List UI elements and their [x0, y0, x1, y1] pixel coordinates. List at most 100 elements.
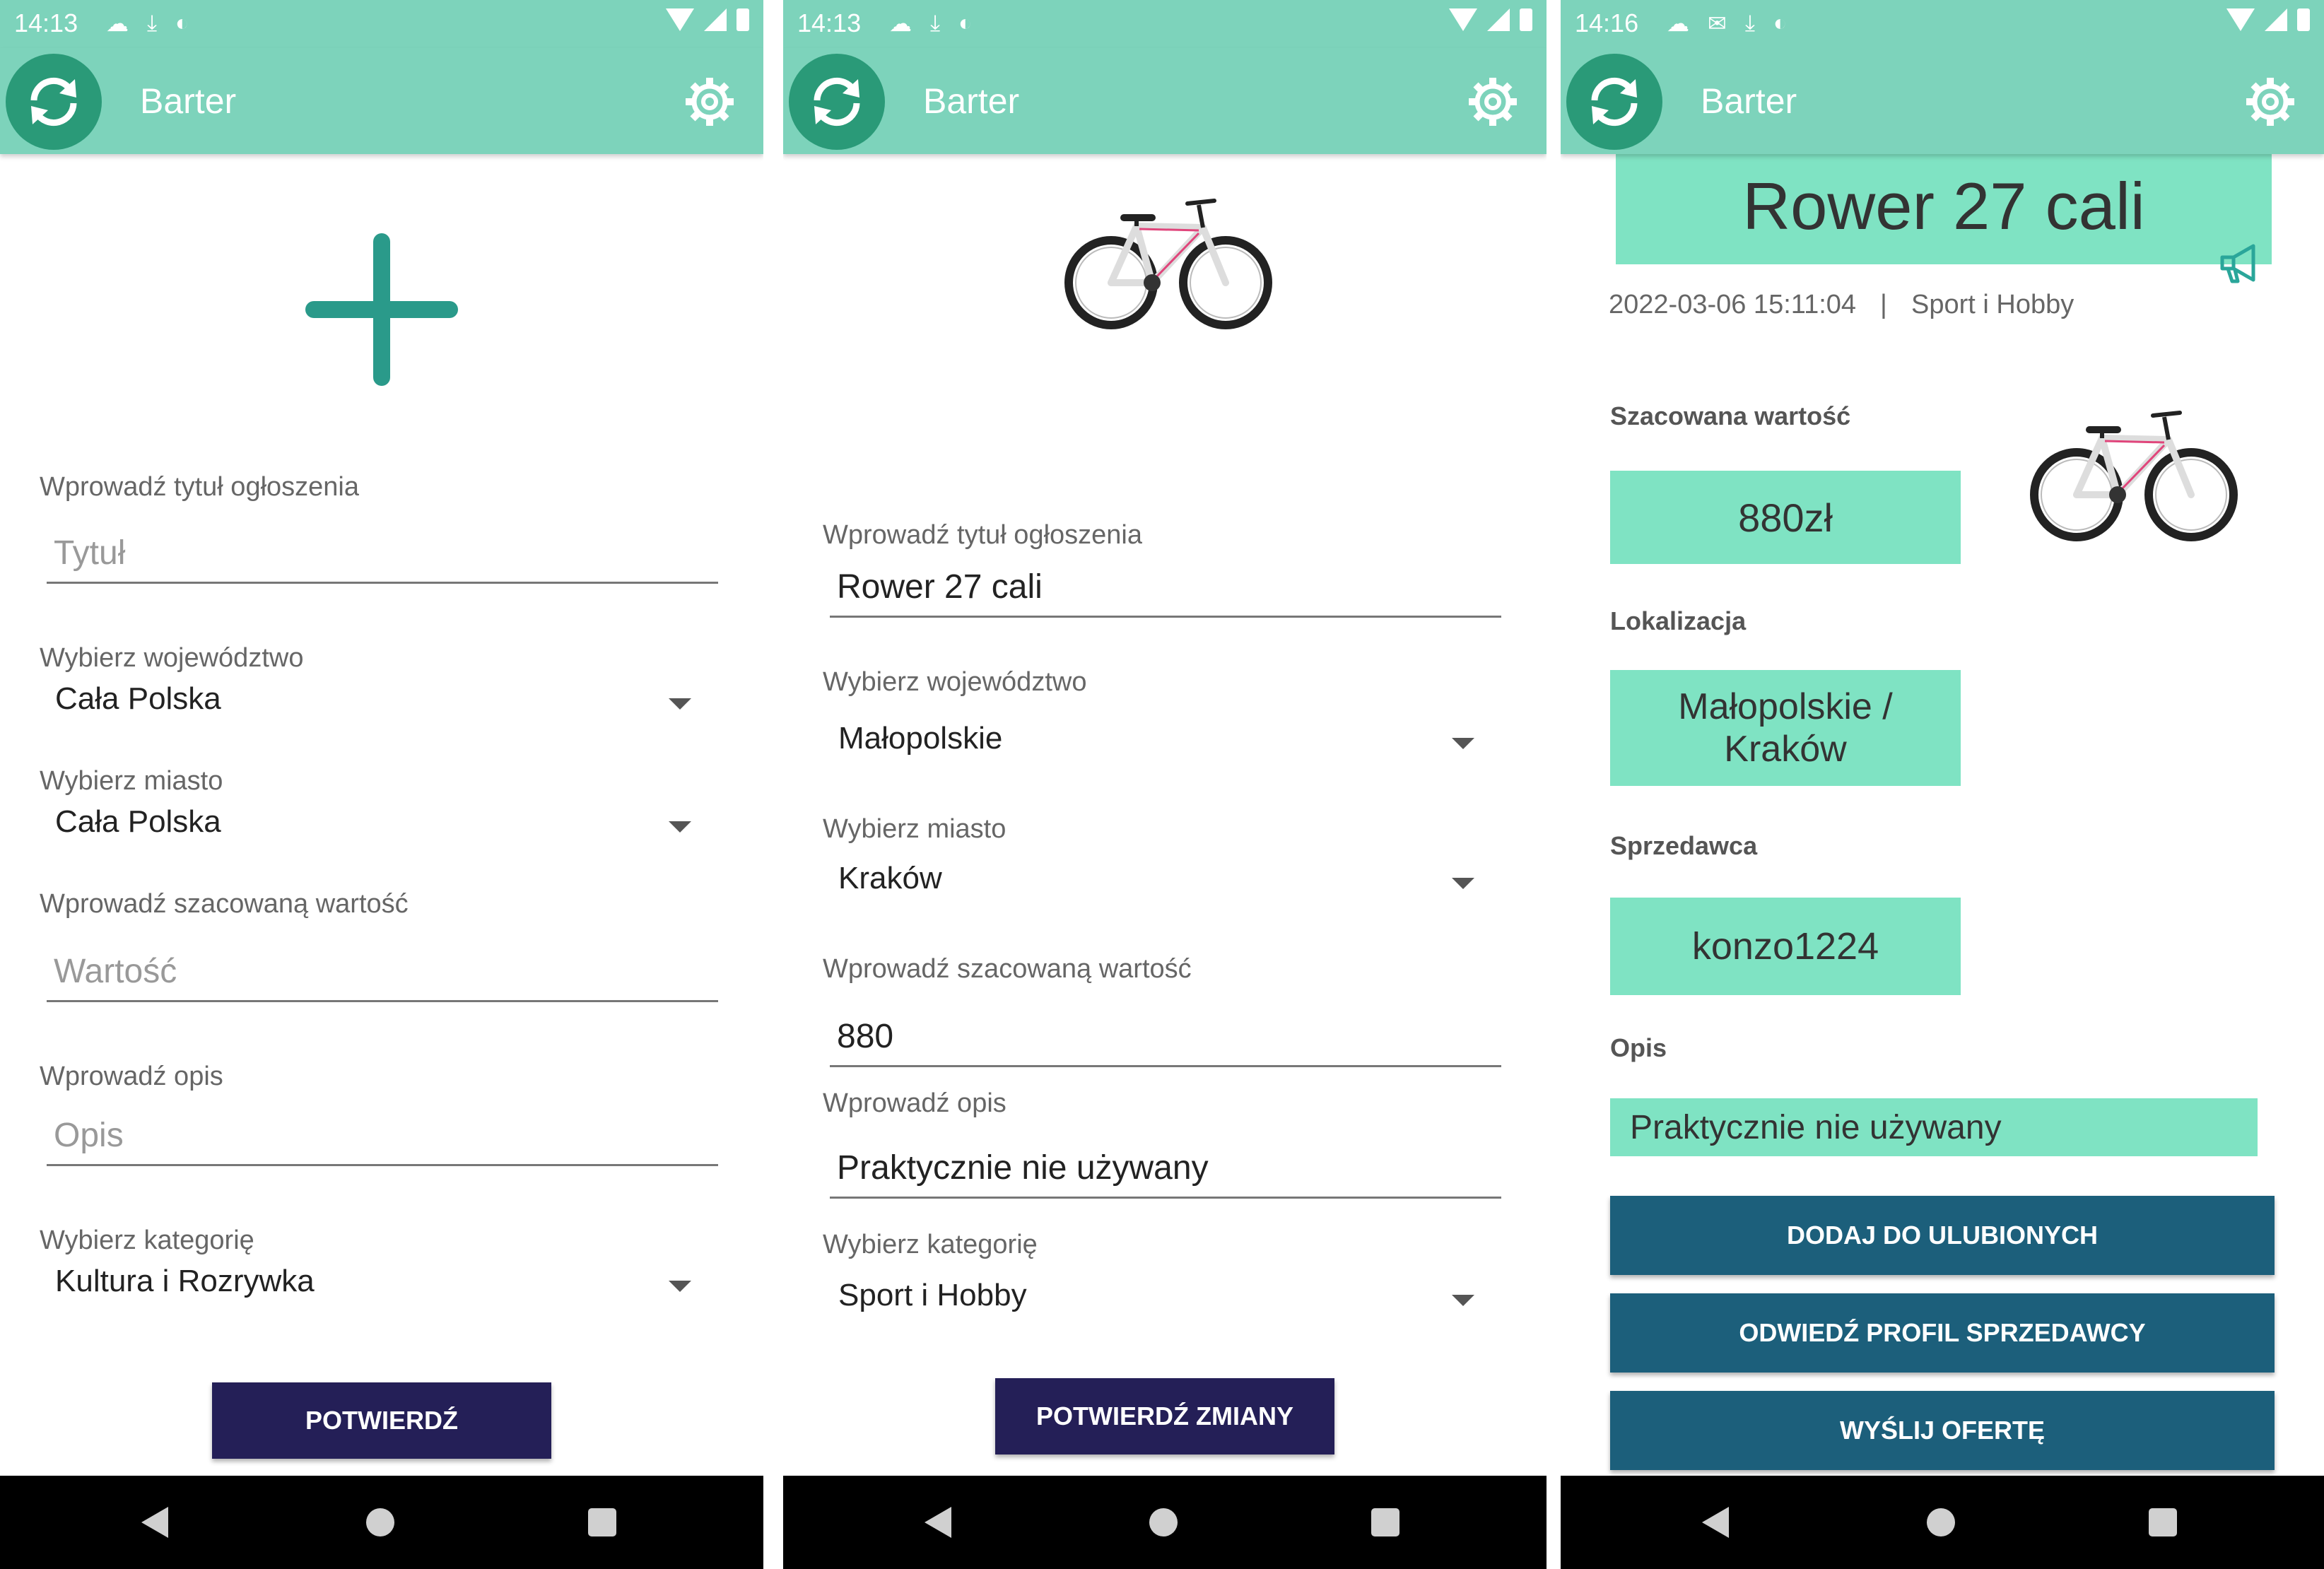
signal-icon [2265, 8, 2287, 31]
category-label: Wybierz kategorię [40, 1226, 254, 1255]
notification-icons: ☁ ⤓ ◐ [889, 10, 972, 37]
navigation-bar [783, 1476, 1547, 1569]
status-bar: 14:16 ☁ ✉ ⤓ ◐ [1561, 0, 2324, 48]
settings-gear-icon[interactable] [683, 75, 736, 129]
title-field-label: Wprowadź tytuł ogłoszenia [823, 520, 1142, 550]
pause-circle-icon: ◐ [175, 10, 189, 35]
navigation-bar [1561, 1476, 2324, 1569]
cloud-icon: ☁ [1667, 11, 1689, 36]
wifi-icon [666, 8, 694, 31]
confirm-changes-button[interactable]: POTWIERDŹ ZMIANY [995, 1378, 1334, 1455]
region-label: Wybierz województwo [823, 667, 1087, 697]
wifi-icon [1449, 8, 1477, 31]
seller-label: Sprzedawca [1610, 831, 1758, 860]
visit-seller-profile-button[interactable]: ODWIEDŹ PROFIL SPRZEDAWCY [1610, 1293, 2275, 1373]
listing-title: Rower 27 cali [1616, 148, 2272, 264]
battery-icon [2297, 8, 2310, 31]
download-done-icon: ⤓ [147, 10, 158, 35]
dropdown-arrow-icon [1452, 878, 1474, 889]
status-bar: 14:13 ☁ ⤓ ◐ [0, 0, 763, 48]
notification-icons: ☁ ⤓ ◐ [106, 10, 189, 37]
category-label: Wybierz kategorię [823, 1230, 1038, 1259]
recent-apps-icon[interactable] [588, 1508, 616, 1536]
description-input[interactable]: Opis [47, 1111, 718, 1166]
screen-listing-details: Barter 14:16 ☁ ✉ ⤓ ◐ Rower 27 cali 2022-… [1561, 0, 2324, 1569]
value-label: Szacowana wartość [1610, 401, 1851, 430]
title-input[interactable]: Rower 27 cali [830, 563, 1501, 618]
status-time: 14:13 [14, 8, 78, 37]
location-box: Małopolskie / Kraków [1610, 670, 1961, 786]
settings-gear-icon[interactable] [1466, 75, 1520, 129]
app-title: Barter [923, 81, 1020, 121]
description-input[interactable]: Praktycznie nie używany [830, 1144, 1501, 1199]
city-select-value: Kraków [838, 861, 942, 895]
add-to-favorites-button[interactable]: DODAJ DO ULUBIONYCH [1610, 1196, 2275, 1275]
description-label: Wprowadź opis [823, 1088, 1007, 1118]
status-bar: 14:13 ☁ ⤓ ◐ [783, 0, 1547, 48]
category-select-value: Kultura i Rozrywka [55, 1264, 315, 1298]
city-label: Wybierz miasto [40, 766, 223, 796]
back-icon[interactable] [925, 1507, 951, 1538]
screen-add-listing: 14:13 ☁ ⤓ ◐ Barter Wprowadź tytuł ogłosz… [0, 0, 763, 1569]
listing-photo-bicycle[interactable] [1053, 177, 1279, 360]
back-icon[interactable] [141, 1507, 168, 1538]
pause-circle-icon: ◐ [1773, 10, 1788, 35]
value-input[interactable]: 880 [830, 1012, 1501, 1067]
dropdown-arrow-icon [669, 698, 691, 710]
seller-box: konzo1224 [1610, 898, 1961, 995]
download-done-icon: ⤓ [1744, 10, 1755, 35]
settings-gear-icon[interactable] [2243, 75, 2297, 129]
battery-icon [1520, 8, 1532, 31]
dropdown-arrow-icon [669, 821, 691, 833]
city-select[interactable]: Kraków [838, 861, 1474, 910]
home-icon[interactable] [1927, 1508, 1955, 1536]
signal-icon [704, 8, 727, 31]
title-input[interactable]: Tytuł [47, 529, 718, 584]
listing-date: 2022-03-06 15:11:04 [1609, 290, 1857, 319]
dropdown-arrow-icon [669, 1281, 691, 1292]
meta-separator: | [1880, 290, 1887, 319]
value-box: 880zł [1610, 471, 1961, 564]
system-icons [2226, 8, 2310, 31]
system-icons [1449, 8, 1532, 31]
system-icons [666, 8, 749, 31]
title-field-label: Wprowadź tytuł ogłoszenia [40, 472, 359, 502]
back-icon[interactable] [1702, 1507, 1729, 1538]
report-megaphone-icon[interactable] [2218, 240, 2263, 286]
app-title: Barter [140, 81, 237, 121]
city-select-value: Cała Polska [55, 804, 221, 839]
listing-photo-bicycle[interactable] [2019, 389, 2245, 572]
description-box: Praktycznie nie używany [1610, 1098, 2258, 1156]
description-label: Wprowadź opis [40, 1062, 223, 1091]
value-input[interactable]: Wartość [47, 947, 718, 1002]
app-logo-sync-icon[interactable] [789, 54, 885, 150]
category-select[interactable]: Kultura i Rozrywka [55, 1264, 691, 1313]
category-select-value: Sport i Hobby [838, 1278, 1027, 1312]
region-select[interactable]: Małopolskie [838, 721, 1474, 770]
recent-apps-icon[interactable] [2149, 1508, 2177, 1536]
home-icon[interactable] [366, 1508, 394, 1536]
confirm-button[interactable]: POTWIERDŹ [212, 1382, 551, 1459]
dropdown-arrow-icon [1452, 738, 1474, 749]
signal-icon [1487, 8, 1510, 31]
status-time: 14:13 [797, 8, 862, 37]
status-time: 14:16 [1575, 8, 1639, 37]
download-done-icon: ⤓ [930, 10, 941, 35]
cloud-icon: ☁ [889, 11, 912, 36]
app-logo-sync-icon[interactable] [1566, 54, 1662, 150]
location-label: Lokalizacja [1610, 606, 1747, 635]
region-select-value: Cała Polska [55, 681, 221, 716]
home-icon[interactable] [1149, 1508, 1178, 1536]
description-label: Opis [1610, 1033, 1667, 1062]
city-select[interactable]: Cała Polska [55, 804, 691, 854]
app-logo-sync-icon[interactable] [6, 54, 102, 150]
mail-icon: ✉ [1708, 11, 1727, 36]
app-bar: Barter [1561, 48, 2324, 154]
add-photo-plus-icon[interactable] [303, 230, 461, 389]
app-title: Barter [1701, 81, 1797, 121]
send-offer-button[interactable]: WYŚLIJ OFERTĘ [1610, 1391, 2275, 1470]
region-select[interactable]: Cała Polska [55, 681, 691, 731]
region-label: Wybierz województwo [40, 643, 304, 673]
category-select[interactable]: Sport i Hobby [838, 1278, 1474, 1327]
recent-apps-icon[interactable] [1371, 1508, 1399, 1536]
